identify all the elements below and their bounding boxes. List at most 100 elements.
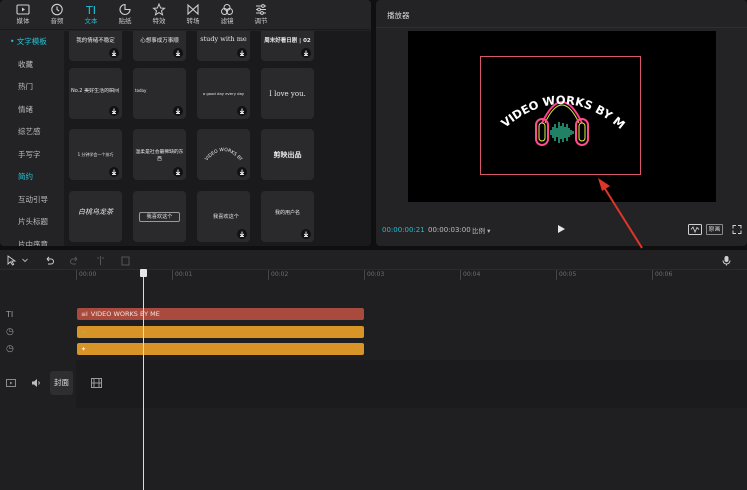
sticker-icon (119, 3, 131, 16)
sidebar-item-emotion[interactable]: 情绪 (0, 99, 62, 121)
tab-label: 滤镜 (220, 17, 234, 25)
original-quality-button[interactable]: 原画 (706, 224, 723, 235)
main-video-track[interactable] (76, 360, 747, 408)
sidebar-item-interactive[interactable]: 互动引导 (0, 189, 62, 211)
player-title: 播放器 (387, 11, 410, 20)
download-icon[interactable] (237, 106, 247, 116)
fullscreen-icon[interactable] (732, 224, 742, 235)
download-icon[interactable] (301, 48, 311, 58)
chevron-down-icon[interactable] (21, 255, 29, 266)
template-tile[interactable]: 温柔是社会最稀缺的东西 (133, 129, 186, 180)
ratio-dropdown[interactable]: 比例 ▾ (472, 225, 490, 235)
audio-icon (51, 3, 63, 16)
adjust-icon (256, 4, 266, 15)
template-tile[interactable]: 周末好看日剧 | 02 (261, 31, 314, 61)
time-ruler[interactable]: 00:00 00:01 00:02 00:03 00:04 00:05 00:0… (76, 270, 747, 282)
cover-button[interactable]: 封面 (50, 371, 73, 395)
current-time: 00:00:00:21 (382, 226, 425, 234)
download-icon[interactable] (173, 48, 183, 58)
split-icon[interactable] (95, 255, 106, 266)
template-tile[interactable]: a good day every day (197, 68, 250, 119)
tick-label: 00:01 (175, 271, 193, 278)
effect-clip[interactable]: ✦ (77, 343, 364, 355)
effect-clip-icon: ✦ (81, 329, 87, 336)
template-tile[interactable]: 心想事成万事顺 (133, 31, 186, 61)
template-tile[interactable]: today (133, 68, 186, 119)
effect-track-icon: ◷ (6, 327, 14, 337)
tab-label: 特效 (152, 17, 166, 25)
download-icon[interactable] (237, 48, 247, 58)
text-selection-box[interactable] (480, 56, 641, 175)
tab-text[interactable]: TI 文本 (74, 3, 108, 29)
playhead-handle[interactable] (140, 269, 147, 277)
filter-icon (221, 4, 233, 15)
sidebar-item-favorites[interactable]: 收藏 (0, 54, 62, 76)
template-tile[interactable]: 我喜欢这个 (133, 191, 186, 242)
template-tile[interactable]: No.2 美好生活的瞬间 (69, 68, 122, 119)
download-icon[interactable] (301, 229, 311, 239)
text-track-icon: TI (6, 310, 14, 319)
tab-audio[interactable]: 音频 (40, 3, 74, 29)
text-clip[interactable]: ≡I VIDEO WORKS BY ME (77, 308, 364, 320)
mute-icon[interactable] (31, 378, 42, 388)
template-tile[interactable]: 我的用户名 (261, 191, 314, 242)
svg-text:TI: TI (85, 4, 96, 16)
cursor-icon[interactable] (6, 255, 17, 266)
sidebar-item-hot[interactable]: 热门 (0, 76, 62, 98)
timeline-toolbar (0, 250, 747, 270)
tick-label: 00:06 (655, 271, 673, 278)
template-tile[interactable]: 1 分钟学会一个技巧 (69, 129, 122, 180)
template-tile[interactable]: 白桃乌龙茶 (69, 191, 122, 242)
effect-clip[interactable]: ✦ (77, 326, 364, 338)
tab-label: 调节 (254, 17, 268, 25)
tick-label: 00:03 (367, 271, 385, 278)
tab-transition[interactable]: 转场 (176, 3, 210, 29)
tab-label: 音频 (50, 17, 64, 25)
transition-icon (187, 3, 199, 16)
undo-icon[interactable] (44, 255, 55, 266)
effect-clip-icon: ✦ (81, 346, 87, 353)
tab-adjust[interactable]: 调节 (244, 3, 278, 29)
sidebar-item-simple[interactable]: 简约 (0, 166, 62, 188)
download-icon[interactable] (173, 106, 183, 116)
tick-label: 00:05 (559, 271, 577, 278)
template-grid: 我的情绪不稳定 心想事成万事顺 study with me 周末好看日剧 | 0… (64, 31, 371, 246)
film-icon (91, 378, 102, 388)
template-tile[interactable]: I love you. (261, 68, 314, 119)
download-icon[interactable] (109, 167, 119, 177)
playhead[interactable] (143, 269, 144, 490)
editor-window: 媒体 音频 TI 文本 贴纸 特效 转场 滤镜 调节 • 文字模板 收藏 热门 … (0, 0, 747, 490)
sidebar-item-variety[interactable]: 综艺感 (0, 121, 62, 143)
download-icon[interactable] (109, 106, 119, 116)
svg-text:VIDEO WORKS BY ME: VIDEO WORKS BY ME (197, 129, 244, 164)
template-tile[interactable]: 剪映出品 (261, 129, 314, 180)
sidebar-item-handwriting[interactable]: 手写字 (0, 144, 62, 166)
text-icon: TI (85, 4, 96, 16)
tab-effects[interactable]: 特效 (142, 3, 176, 29)
tick-label: 00:02 (271, 271, 289, 278)
microphone-icon[interactable] (721, 255, 732, 266)
download-icon[interactable] (237, 167, 247, 177)
download-icon[interactable] (173, 167, 183, 177)
sidebar-item-chapter[interactable]: 片中序章 (0, 234, 62, 246)
sidebar-item-opening-title[interactable]: 片头标题 (0, 211, 62, 233)
template-tile[interactable]: study with me (197, 31, 250, 61)
tab-media[interactable]: 媒体 (6, 3, 40, 29)
download-icon[interactable] (237, 229, 247, 239)
timeline-panel: 00:00 00:01 00:02 00:03 00:04 00:05 00:0… (0, 250, 747, 490)
download-icon[interactable] (109, 48, 119, 58)
total-time: 00:00:03:00 (428, 226, 471, 234)
text-clip-label: VIDEO WORKS BY ME (90, 310, 160, 318)
text-clip-icon: ≡I (81, 311, 88, 318)
template-tile[interactable]: 我喜欢这个 (197, 191, 250, 242)
tab-filter[interactable]: 滤镜 (210, 3, 244, 29)
sidebar-item-text-template[interactable]: • 文字模板 (0, 31, 62, 53)
delete-icon[interactable] (120, 255, 131, 266)
waveform-icon[interactable] (688, 224, 702, 235)
redo-icon[interactable] (69, 255, 80, 266)
template-tile[interactable]: VIDEO WORKS BY ME (197, 129, 250, 180)
template-tile[interactable]: 我的情绪不稳定 (69, 31, 122, 61)
tab-sticker[interactable]: 贴纸 (108, 3, 142, 29)
player-panel: 播放器 VIDEO WORKS BY M 00:00:00:21 00:00:0… (376, 0, 747, 246)
play-icon[interactable] (556, 224, 566, 234)
